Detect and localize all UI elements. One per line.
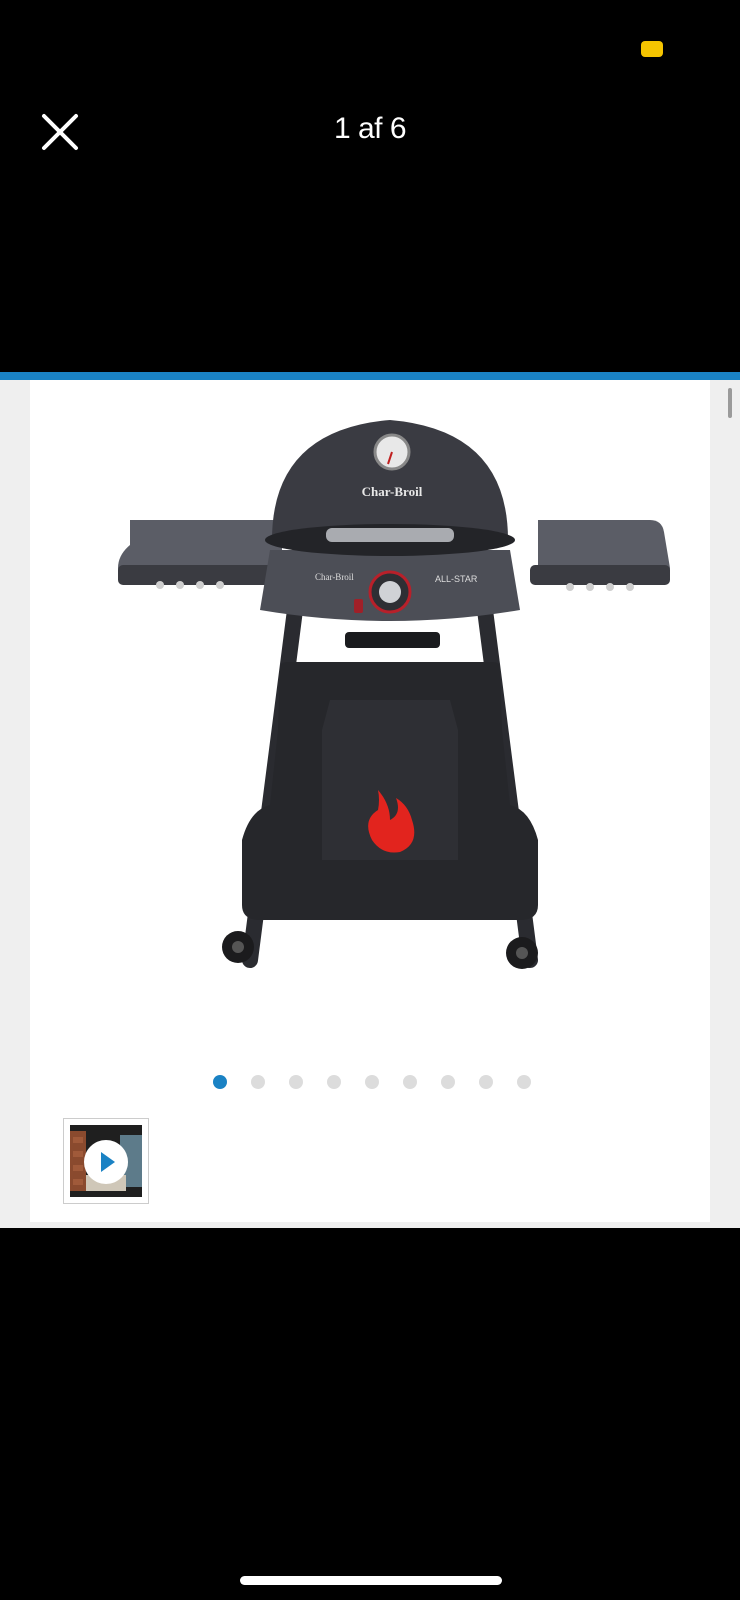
pagination-dot[interactable] <box>517 1075 531 1089</box>
pagination-dot[interactable] <box>479 1075 493 1089</box>
status-indicator <box>641 41 663 57</box>
grill-wheels <box>222 931 538 969</box>
panel-brand-text: Char-Broil <box>315 572 354 582</box>
burner-vent <box>345 632 440 648</box>
pagination-dot-active[interactable] <box>213 1075 227 1089</box>
pagination-dot[interactable] <box>365 1075 379 1089</box>
right-shelf <box>530 520 670 591</box>
model-badge-text: ALL-STAR <box>435 574 478 584</box>
left-shelf <box>118 520 282 589</box>
product-image[interactable]: Char-Broil ALL-STAR Char-Broil <box>90 400 690 1000</box>
lid-brand-text: Char-Broil <box>362 484 423 499</box>
pagination-dot[interactable] <box>441 1075 455 1089</box>
control-panel: Char-Broil ALL-STAR <box>260 550 520 621</box>
pagination-dots <box>30 1075 710 1091</box>
video-thumbnail[interactable] <box>63 1118 149 1204</box>
pagination-dot[interactable] <box>251 1075 265 1089</box>
grill-lid: Char-Broil <box>265 420 515 556</box>
play-icon <box>84 1140 128 1184</box>
product-card: Char-Broil ALL-STAR Char-Broil <box>30 380 710 1222</box>
cabinet-panel <box>242 662 538 920</box>
pagination-dot[interactable] <box>289 1075 303 1089</box>
pagination-dot[interactable] <box>327 1075 341 1089</box>
scrollbar[interactable] <box>728 388 732 418</box>
accent-bar <box>0 372 740 380</box>
image-counter: 1 af 6 <box>333 112 407 145</box>
gallery-viewer[interactable]: Char-Broil ALL-STAR Char-Broil <box>0 380 740 1228</box>
home-indicator[interactable] <box>240 1576 502 1585</box>
pagination-dot[interactable] <box>403 1075 417 1089</box>
